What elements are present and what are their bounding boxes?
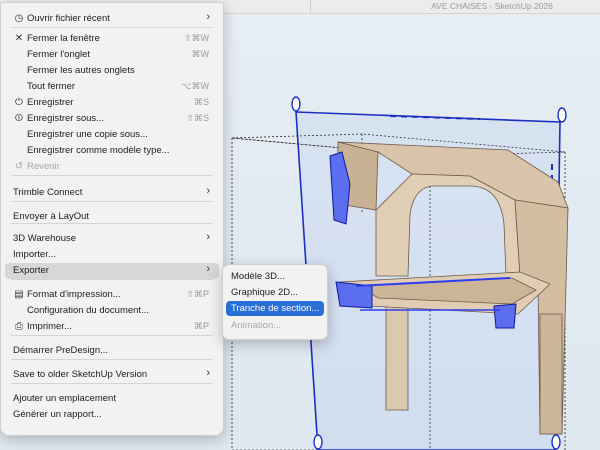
file-menu-item-enregistrer-sous[interactable]: ⏼ Enregistrer sous... ⇧⌘S [5,111,219,127]
file-menu-item-fermer-la-fen-tre[interactable]: ✕ Fermer la fenêtre ⇧⌘W [5,31,219,47]
menu-item-label: Save to older SketchUp Version [13,369,148,380]
menu-item-label: Enregistrer comme modèle type... [27,145,170,156]
file-menu-item-imprimer[interactable]: ⎙ Imprimer... ⌘P [5,319,219,335]
export-submenu-item-mod-le-3d[interactable]: Modèle 3D... [226,269,324,284]
submenu-item-label: Animation... [231,320,282,331]
menu-separator [11,201,213,202]
file-menu-item-format-d-impression[interactable]: ▤ Format d'impression... ⇧⌘P [5,287,219,303]
file-menu-item-importer[interactable]: Importer... [5,247,219,263]
chevron-right-icon: › [206,263,210,275]
file-menu-item-ouvrir-fichier-r-cent[interactable]: ◷ Ouvrir fichier récent › [5,11,219,27]
close-icon: ✕ [14,33,24,44]
menu-item-label: Trimble Connect [13,187,83,198]
file-menu-item-revenir: ↺ Revenir [5,159,219,175]
file-menu-item-enregistrer[interactable]: ⏻ Enregistrer ⌘S [5,95,219,111]
menu-item-label: 3D Warehouse [13,233,77,244]
menu-separator [11,383,213,384]
printer-icon: ⎙ [15,321,23,332]
menu-item-label: Générer un rapport... [13,409,102,420]
file-menu-item-fermer-les-autres-onglets[interactable]: Fermer les autres onglets [5,63,219,79]
file-menu-item-tout-fermer[interactable]: Tout fermer ⌥⌘W [5,79,219,95]
page-setup-icon: ▤ [14,289,24,300]
file-menu-item-enregistrer-une-copie-sous[interactable]: Enregistrer une copie sous... [5,127,219,143]
export-submenu-item-tranche-de-section[interactable]: Tranche de section... [226,301,324,316]
file-menu-item-d-marrer-predesign[interactable]: Démarrer PreDesign... [5,343,219,359]
menu-item-label: Enregistrer une copie sous... [27,129,148,140]
menu-item-label: Fermer la fenêtre [27,33,100,44]
keyboard-shortcut: ⇧⌘W [183,33,209,43]
export-submenu-item-graphique-2d[interactable]: Graphique 2D... [226,285,324,300]
menu-item-label: Imprimer... [27,321,72,332]
3d-viewport[interactable]: ◷ Ouvrir fichier récent › ✕ Fermer la fenêtr… [0,2,600,450]
keyboard-shortcut: ⌘S [193,97,209,107]
menu-separator [11,335,213,336]
file-menu-item-trimble-connect[interactable]: Trimble Connect › [5,185,219,201]
menu-item-label: Enregistrer sous... [27,113,105,124]
export-submenu: Modèle 3D... Graphique 2D... Tranche de se… [222,264,328,340]
save-icon: ⏻ [15,97,23,108]
file-menu-item-save-to-older-sketchup-version[interactable]: Save to older SketchUp Version › [5,367,219,383]
file-menu-item-enregistrer-comme-mod-le-type[interactable]: Enregistrer comme modèle type... [5,143,219,159]
keyboard-shortcut: ⇧⌘S [186,113,209,123]
chevron-right-icon: › [206,231,210,243]
toolbar-divider [310,0,311,13]
save-as-icon: ⏼ [15,113,23,124]
menu-item-label: Format d'impression... [27,289,121,300]
chevron-right-icon: › [206,185,210,197]
menu-item-label: Démarrer PreDesign... [13,345,109,356]
file-menu-item-configuration-du-document[interactable]: Configuration du document... [5,303,219,319]
file-menu-item-fermer-l-onglet[interactable]: Fermer l'onglet ⌘W [5,47,219,63]
keyboard-shortcut: ⌘P [193,321,209,331]
file-menu-item-g-n-rer-un-rapport[interactable]: Générer un rapport... [5,407,219,423]
menu-separator [11,359,213,360]
keyboard-shortcut: ⇧⌘P [186,289,209,299]
chevron-right-icon: › [206,11,210,23]
file-menu-item-envoyer-layout[interactable]: Envoyer à LayOut [5,209,219,225]
menu-item-label: Fermer les autres onglets [27,65,135,76]
menu-item-label: Importer... [13,249,56,260]
clock-icon: ◷ [14,13,24,24]
menu-item-label: Ajouter un emplacement [13,393,116,404]
menu-item-label: Fermer l'onglet [27,49,91,60]
menu-item-label: Configuration du document... [27,305,149,316]
export-submenu-item-animation: Animation... [226,318,324,333]
submenu-item-label: Tranche de section... [231,303,320,314]
window-title: AVE CHAISES - SketchUp 2026 [431,1,553,11]
chevron-right-icon: › [206,367,210,379]
keyboard-shortcut: ⌘W [191,49,210,59]
submenu-item-label: Modèle 3D... [231,271,285,282]
menu-item-label: Envoyer à LayOut [13,211,90,222]
menu-item-label: Tout fermer [27,81,76,92]
file-menu-item-exporter[interactable]: Exporter › [5,263,219,279]
menu-item-label: Ouvrir fichier récent [27,13,110,24]
file-menu-item-ajouter-un-emplacement[interactable]: Ajouter un emplacement [5,391,219,407]
menu-separator [11,175,213,176]
keyboard-shortcut: ⌥⌘W [181,81,209,91]
menu-item-label: Enregistrer [27,97,74,108]
revert-icon: ↺ [14,161,24,172]
menu-separator [11,279,213,280]
menu-separator [11,27,213,28]
menu-item-label: Revenir [27,161,60,172]
file-menu-item-3d-warehouse[interactable]: 3D Warehouse › [5,231,219,247]
submenu-item-label: Graphique 2D... [231,287,299,298]
file-menu: ◷ Ouvrir fichier récent › ✕ Fermer la fenêtr… [0,2,224,436]
menu-item-label: Exporter [13,265,49,276]
